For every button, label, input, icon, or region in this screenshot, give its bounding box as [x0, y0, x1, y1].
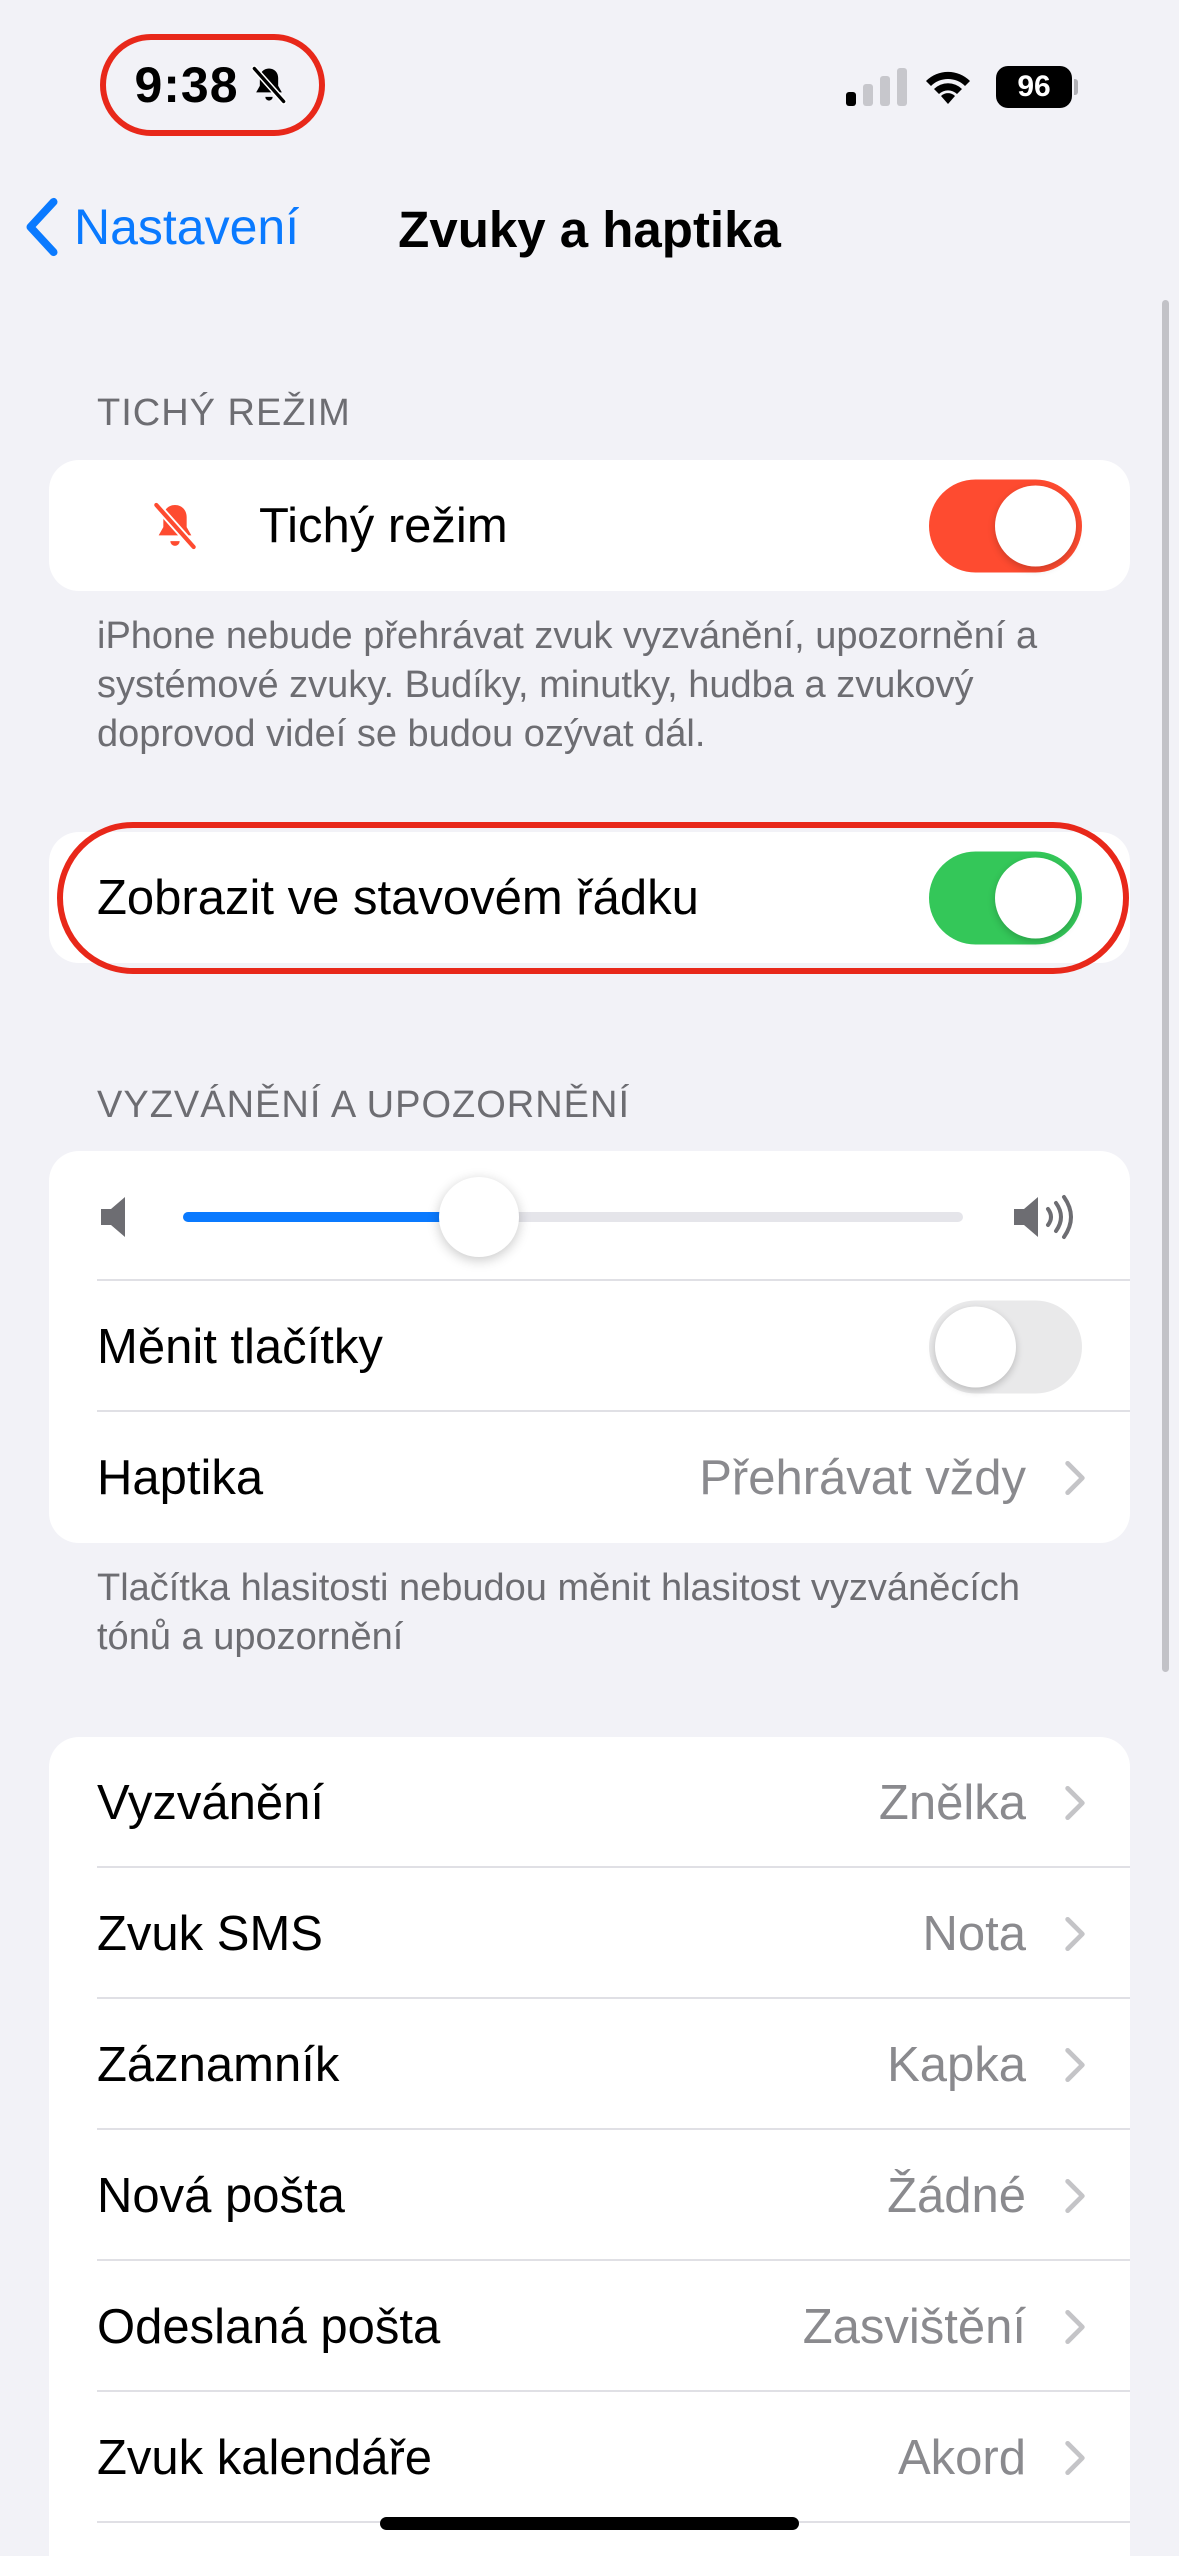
speaker-high-icon [1014, 1195, 1073, 1239]
sound-value: Nota [922, 1906, 1026, 1961]
sound-row-sms[interactable]: Zvuk SMS Nota [49, 1868, 1130, 1999]
scroll-indicator[interactable] [1162, 300, 1169, 1672]
toggle-knob [995, 857, 1076, 938]
toggle-knob [995, 485, 1076, 566]
silent-mode-toggle[interactable] [929, 479, 1082, 572]
sound-row-voicemail[interactable]: Záznamník Kapka [49, 1999, 1130, 2130]
silent-mode-row[interactable]: Tichý režim [49, 460, 1130, 591]
sound-value: Žádné [887, 2168, 1026, 2223]
sound-value: Kapka [887, 2037, 1026, 2092]
haptics-value: Přehrávat vždy [699, 1450, 1026, 1505]
home-indicator[interactable] [380, 2517, 799, 2530]
chevron-right-icon [1065, 2440, 1085, 2475]
sounds-group: Vyzvánění Znělka Zvuk SMS Nota Záznamník… [49, 1737, 1130, 2556]
status-time: 9:38 [134, 57, 239, 113]
signal-icon [846, 66, 907, 106]
sound-label: Nová pošta [97, 2168, 345, 2223]
volume-slider-fill [183, 1212, 480, 1222]
sound-value: Akord [897, 2430, 1026, 2485]
navigation-bar: Nastavení Zvuky a haptika [0, 170, 1179, 290]
sound-value: Zasvištění [802, 2299, 1026, 2354]
battery-level: 96 [996, 66, 1072, 108]
haptics-label: Haptika [97, 1450, 264, 1505]
sound-row-sent-mail[interactable]: Odeslaná pošta Zasvištění [49, 2261, 1130, 2392]
bell-slash-red-icon [152, 500, 198, 551]
status-bar: 9:38 96 [0, 0, 1179, 170]
silent-mode-group: Tichý režim [49, 460, 1130, 591]
sound-label: Vyzvánění [97, 1775, 324, 1830]
sound-label: Záznamník [97, 2037, 340, 2092]
chevron-right-icon [1065, 1460, 1085, 1495]
show-in-status-bar-label: Zobrazit ve stavovém řádku [97, 870, 699, 925]
volume-slider-thumb[interactable] [439, 1177, 520, 1257]
volume-slider-track[interactable] [183, 1212, 963, 1222]
silent-mode-label: Tichý režim [259, 498, 508, 553]
haptics-row[interactable]: Haptika Přehrávat vždy [49, 1412, 1130, 1543]
section-header-silent: TICHÝ REŽIM [97, 392, 351, 434]
chevron-right-icon [1065, 2047, 1085, 2082]
sound-label: Zvuk SMS [97, 1906, 323, 1961]
status-bar-setting-group: Zobrazit ve stavovém řádku [49, 832, 1130, 963]
show-in-status-bar-row[interactable]: Zobrazit ve stavovém řádku [49, 832, 1130, 963]
bell-slash-icon [250, 65, 287, 105]
sound-row-calendar[interactable]: Zvuk kalendáře Akord [49, 2392, 1130, 2523]
sound-row-new-mail[interactable]: Nová pošta Žádné [49, 2130, 1130, 2261]
sound-value: Znělka [878, 1775, 1026, 1830]
battery-icon: 96 [996, 66, 1078, 108]
change-with-buttons-toggle[interactable] [929, 1300, 1082, 1393]
speaker-low-icon [101, 1197, 125, 1237]
change-with-buttons-label: Měnit tlačítky [97, 1319, 383, 1374]
sound-label: Zvuk kalendáře [97, 2430, 433, 2485]
sound-row-ringtone[interactable]: Vyzvánění Znělka [49, 1737, 1130, 1868]
page-title: Zvuky a haptika [398, 201, 781, 258]
section-header-ringer: VYZVÁNĚNÍ A UPOZORNĚNÍ [97, 1084, 630, 1126]
time-highlight: 9:38 [100, 34, 325, 136]
show-in-status-bar-toggle[interactable] [929, 851, 1082, 944]
ringer-footer: Tlačítka hlasitosti nebudou měnit hlasit… [97, 1567, 1021, 1658]
silent-mode-footer: iPhone nebude přehrávat zvuk vyzvánění, … [97, 615, 1038, 755]
change-with-buttons-row[interactable]: Měnit tlačítky [49, 1281, 1130, 1412]
ringer-group: Měnit tlačítky Haptika Přehrávat vždy [49, 1151, 1130, 1543]
chevron-right-icon [1065, 2178, 1085, 2213]
wifi-icon [926, 71, 970, 104]
sound-label: Odeslaná pošta [97, 2299, 441, 2354]
toggle-knob [935, 1306, 1016, 1387]
chevron-right-icon [1065, 1785, 1085, 1820]
chevron-right-icon [1065, 2309, 1085, 2344]
volume-slider-row [49, 1151, 1130, 1281]
chevron-right-icon [1065, 1916, 1085, 1951]
